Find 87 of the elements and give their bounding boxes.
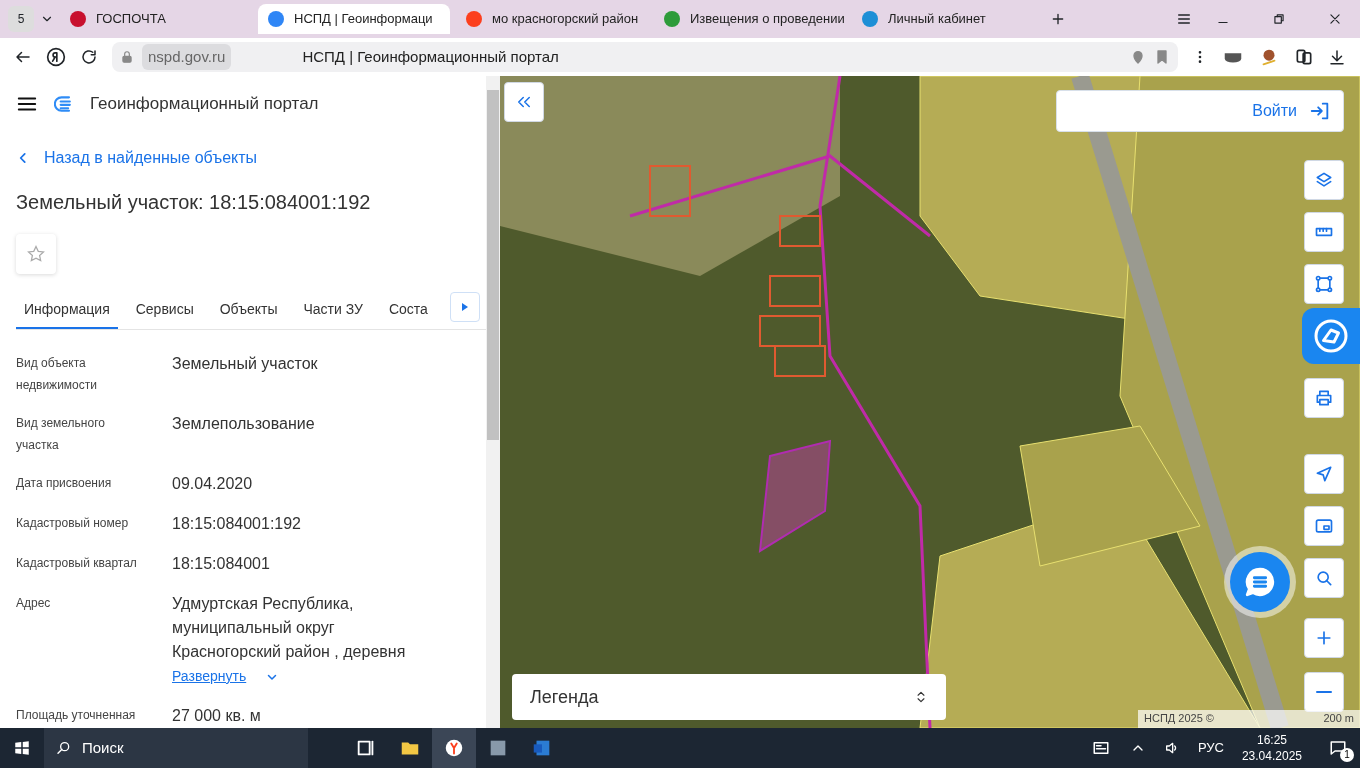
taskbar-search[interactable]: Поиск xyxy=(44,728,308,768)
pin-icon[interactable] xyxy=(1130,49,1146,65)
tab-title: НСПД | Геоинформаци xyxy=(294,10,433,29)
plus-icon[interactable] xyxy=(1050,11,1066,27)
back-link[interactable]: Назад в найденные объекты xyxy=(16,146,258,170)
page-title: НСПД | Геоинформационный портал xyxy=(301,46,560,67)
tab-title: Личный кабинет xyxy=(888,10,986,29)
draw-polygon-button[interactable] xyxy=(1304,264,1344,304)
scroll-tabs-button[interactable] xyxy=(450,292,480,322)
browser-tab[interactable]: ГОСПОЧТА xyxy=(60,4,252,34)
field-value: 18:15:084001 xyxy=(172,554,271,574)
scrollbar[interactable] xyxy=(486,76,500,728)
feedback-button[interactable] xyxy=(1302,308,1360,364)
location-search-button[interactable] xyxy=(1304,558,1344,598)
zoom-out-button[interactable] xyxy=(1304,672,1344,712)
object-heading: Земельный участок: 18:15:084001:192 xyxy=(16,190,372,214)
picture-in-picture-button[interactable] xyxy=(1304,506,1344,546)
info-tab[interactable]: Объекты xyxy=(211,292,286,329)
caret-right-icon xyxy=(461,302,469,312)
navigation-button[interactable] xyxy=(1304,454,1344,494)
field-value: 27 000 кв. м xyxy=(172,706,262,726)
draw-polygon-icon xyxy=(1314,274,1334,294)
notification-count: 1 xyxy=(1340,748,1354,762)
message-icon xyxy=(1329,739,1347,757)
language-indicator[interactable]: РУС xyxy=(1197,738,1224,758)
field-value: 18:15:084001:192 xyxy=(172,514,302,534)
close-icon[interactable] xyxy=(1328,12,1342,26)
layers-icon xyxy=(1314,170,1334,190)
login-button[interactable]: Войти xyxy=(1056,90,1344,132)
field-value: Удмуртская Республика, муниципальный округ Красногорский район , деревня xyxy=(172,594,407,662)
star-icon xyxy=(26,244,46,264)
info-tab[interactable]: Части ЗУ xyxy=(295,292,371,329)
location-search-icon xyxy=(1314,568,1334,588)
zoom-out-icon xyxy=(1316,690,1332,694)
zoom-in-button[interactable] xyxy=(1304,618,1344,658)
login-icon xyxy=(1309,100,1331,122)
tab-title: ГОСПОЧТА xyxy=(96,10,166,29)
tab-title: Извещения о проведении xyxy=(690,10,845,29)
address-field[interactable]: nspd.gov.ru НСПД | Геоинформационный портал xyxy=(112,42,1178,72)
field-label: Адрес xyxy=(16,595,52,612)
map-scale: 200 m xyxy=(1323,711,1354,726)
clock-time[interactable]: 16:25 xyxy=(1241,732,1302,748)
picture-in-picture-icon xyxy=(1314,516,1334,536)
tab-title: мо красногорский район xyxy=(492,10,639,29)
print-icon xyxy=(1314,388,1334,408)
browser-icon[interactable] xyxy=(443,737,465,759)
chat-icon xyxy=(1243,565,1277,599)
portal-title: Геоинформационный портал xyxy=(90,93,319,116)
info-tab[interactable]: Сервисы xyxy=(127,292,202,329)
collections-icon[interactable] xyxy=(1294,47,1314,67)
lock-icon xyxy=(120,50,134,64)
browser-tab[interactable]: НСПД | Геоинформаци xyxy=(258,4,450,34)
url-text: nspd.gov.ru xyxy=(142,43,232,71)
notifications-button[interactable]: 1 xyxy=(1316,728,1360,768)
field-label: Вид объекта недвижимости xyxy=(16,355,98,394)
field-value: Землепользование xyxy=(172,414,316,434)
field-label: Кадастровый номер xyxy=(16,515,130,532)
browser-tab[interactable]: мо красногорский район xyxy=(456,4,648,34)
info-tab[interactable]: Информация xyxy=(16,292,118,329)
legend-dropdown[interactable]: Легенда xyxy=(512,674,946,720)
download-icon[interactable] xyxy=(1328,48,1346,66)
field-label: Площадь уточненная xyxy=(16,707,137,724)
field-label: Кадастровый квартал xyxy=(16,555,138,572)
clock-date[interactable]: 23.04.2025 xyxy=(1241,748,1302,764)
field-label: Вид земельного участка xyxy=(16,415,106,454)
search-icon xyxy=(56,740,72,756)
windows-icon xyxy=(13,739,31,757)
collapse-panel-button[interactable] xyxy=(504,82,544,122)
map-attribution: НСПД 2025 © xyxy=(1144,711,1214,726)
browser-tab[interactable]: Извещения о проведении xyxy=(654,4,846,34)
bookmark-icon[interactable] xyxy=(1154,49,1170,65)
field-value: Земельный участок xyxy=(172,354,319,374)
browser-logo-icon[interactable] xyxy=(46,47,66,67)
satellite-map-drawing[interactable] xyxy=(500,76,1360,728)
field-label: Дата присвоения xyxy=(16,475,113,492)
restore-icon[interactable] xyxy=(1272,12,1286,26)
info-tab[interactable]: Соста xyxy=(380,292,436,329)
ruler-button[interactable] xyxy=(1304,212,1344,252)
print-button[interactable] xyxy=(1304,378,1344,418)
portal-logo-icon xyxy=(54,94,74,114)
expand-link[interactable]: Развернуть xyxy=(172,666,279,687)
layers-button[interactable] xyxy=(1304,160,1344,200)
tab-count[interactable]: 5 xyxy=(8,6,34,32)
navigation-icon xyxy=(1314,464,1334,484)
browser-tab[interactable]: Личный кабинет xyxy=(852,4,1044,34)
reload-icon[interactable] xyxy=(80,48,98,66)
field-value: 09.04.2020 xyxy=(172,474,254,494)
